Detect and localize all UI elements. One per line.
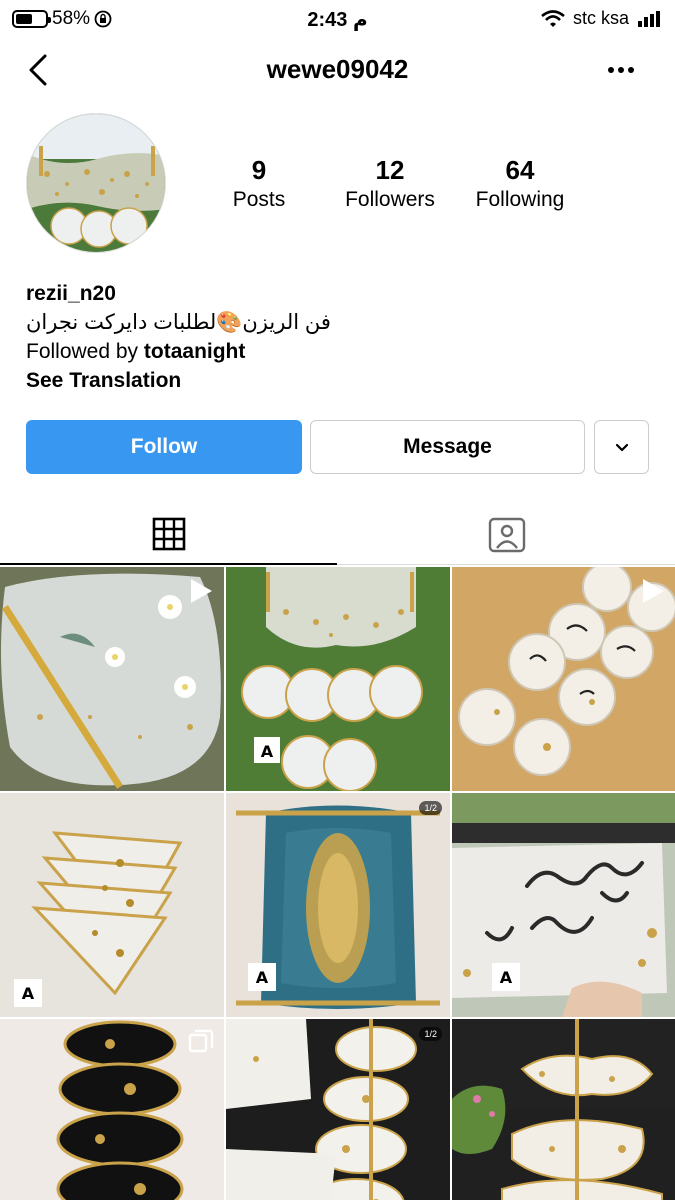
followed-by-prefix: Followed by	[26, 340, 144, 363]
post-thumbnail-1[interactable]	[0, 567, 224, 791]
post-thumbnail-3[interactable]	[452, 567, 675, 791]
ellipsis-icon	[608, 67, 614, 73]
post-thumbnail-4[interactable]: A	[0, 793, 224, 1017]
tab-posts-grid[interactable]	[0, 505, 337, 565]
profile-username-title: wewe09042	[266, 54, 409, 84]
grid-icon	[152, 517, 185, 551]
profile-bio: rezii_n20 فن الريزن🎨لطلبات دايركت نجران …	[26, 279, 331, 395]
status-bar: 58% 2:43 م stc ksa	[0, 0, 675, 36]
followers-stat[interactable]: 12 Followers	[335, 155, 445, 212]
play-icon	[643, 579, 664, 603]
followers-label: Followers	[345, 188, 435, 211]
message-button[interactable]: Message	[310, 420, 585, 474]
svg-text:A: A	[22, 984, 35, 1003]
suggested-accounts-button[interactable]	[594, 420, 649, 474]
wifi-icon	[541, 9, 565, 27]
more-options-button[interactable]	[601, 52, 641, 88]
svg-text:A: A	[256, 968, 269, 987]
following-count: 64	[505, 155, 535, 185]
tab-tagged[interactable]	[338, 505, 675, 565]
chevron-down-icon	[615, 443, 628, 452]
followed-by[interactable]: Followed by totaanight	[26, 337, 331, 366]
post-thumbnail-7[interactable]: A	[0, 1019, 224, 1200]
play-icon	[191, 579, 212, 603]
post-thumbnail-5[interactable]: A 1/2	[226, 793, 450, 1017]
following-stat[interactable]: 64 Following	[465, 155, 575, 212]
see-translation-link[interactable]: See Translation	[26, 366, 331, 395]
post-thumbnail-8[interactable]: 1/2	[226, 1019, 450, 1200]
profile-header: wewe09042	[0, 44, 675, 94]
post-thumbnail-9[interactable]	[452, 1019, 675, 1200]
multi-post-icon	[188, 1029, 214, 1053]
posts-label: Posts	[232, 188, 286, 211]
avatar[interactable]	[26, 113, 166, 253]
followed-by-user[interactable]: totaanight	[144, 340, 245, 363]
carousel-count-badge: 1/2	[419, 801, 442, 815]
carousel-count-badge: 1/2	[419, 1027, 442, 1041]
following-label: Following	[475, 188, 565, 211]
posts-count: 9	[251, 155, 267, 185]
svg-text:A: A	[500, 968, 513, 987]
tagged-person-icon	[488, 517, 525, 553]
post-thumbnail-2[interactable]: A	[226, 567, 450, 791]
bio-text: فن الريزن🎨لطلبات دايركت نجران	[26, 311, 331, 334]
follow-button[interactable]: Follow	[26, 420, 302, 474]
post-thumbnail-6[interactable]: A	[452, 793, 675, 1017]
profile-display-name: rezii_n20	[26, 282, 116, 305]
profile-tabs	[0, 505, 675, 565]
svg-text:A: A	[261, 742, 274, 761]
posts-stat[interactable]: 9 Posts	[220, 155, 298, 212]
carrier-name: stc ksa	[572, 8, 629, 28]
followers-count: 12	[375, 155, 405, 185]
signal-icon	[638, 10, 660, 27]
